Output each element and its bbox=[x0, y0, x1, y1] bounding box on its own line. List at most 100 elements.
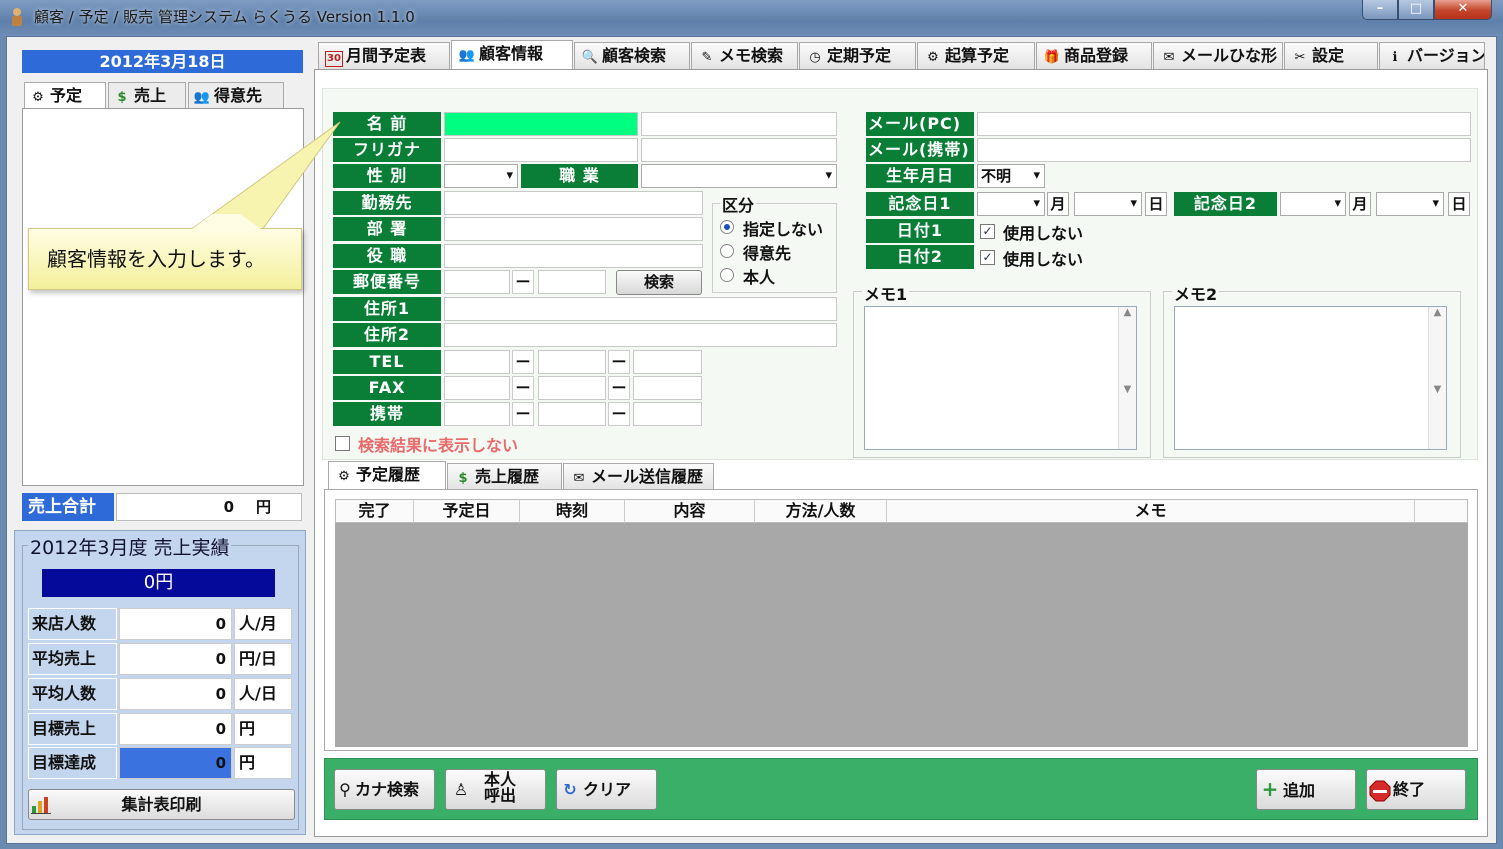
target-achieved-unit: 円 bbox=[234, 747, 292, 779]
tab-product-registration[interactable]: 🎁 商品登録 bbox=[1036, 42, 1152, 69]
memo1-scrollbar[interactable]: ▲ ▼ bbox=[1118, 307, 1136, 449]
workplace-input[interactable] bbox=[444, 191, 703, 215]
call-self-label: 本人 呼出 bbox=[484, 772, 516, 804]
address2-label: 住所2 bbox=[333, 323, 441, 347]
call-self-button[interactable]: ♙ 本人 呼出 bbox=[445, 769, 546, 810]
target-achieved-label: 目標達成 bbox=[28, 747, 117, 779]
call-self-line2: 呼出 bbox=[484, 786, 517, 805]
mobile-input-1[interactable] bbox=[444, 402, 510, 426]
address2-input[interactable] bbox=[444, 323, 837, 347]
visitors-unit: 人/月 bbox=[234, 608, 292, 640]
birthday-select[interactable]: 不明 bbox=[977, 164, 1045, 188]
anniversary1-month-select[interactable] bbox=[977, 192, 1045, 216]
left-tab-sales[interactable]: $ 売上 bbox=[108, 82, 186, 109]
column-header-memo[interactable]: メモ bbox=[887, 499, 1415, 523]
name-label: 名 前 bbox=[333, 112, 441, 136]
memo1-textarea[interactable]: ▲ ▼ bbox=[864, 306, 1137, 450]
tab-label: 起算予定 bbox=[945, 46, 1010, 65]
maximize-button[interactable]: □ bbox=[1398, 0, 1434, 20]
stop-icon bbox=[1367, 770, 1393, 809]
fax-input-2[interactable] bbox=[538, 376, 606, 400]
anniversary1-day-select[interactable] bbox=[1074, 192, 1142, 216]
fax-input-1[interactable] bbox=[444, 376, 510, 400]
department-input[interactable] bbox=[444, 217, 703, 241]
memo2-textarea[interactable]: ▲ ▼ bbox=[1174, 306, 1447, 450]
column-header-done[interactable]: 完了 bbox=[336, 499, 414, 523]
category-radio-self[interactable] bbox=[720, 268, 734, 282]
minimize-button[interactable]: – bbox=[1362, 0, 1398, 20]
date1-unused-checkbox[interactable]: ✓ bbox=[980, 224, 995, 239]
tel-input-2[interactable] bbox=[538, 350, 606, 374]
name-input[interactable] bbox=[444, 112, 638, 136]
anniversary2-day-select[interactable] bbox=[1376, 192, 1444, 216]
tab-sales-history[interactable]: $ 売上履歴 bbox=[447, 463, 562, 490]
tab-monthly-schedule[interactable]: 30 月間予定表 bbox=[318, 42, 450, 69]
email-pc-input[interactable] bbox=[977, 112, 1471, 136]
address1-input[interactable] bbox=[444, 297, 837, 321]
category-radio-customer[interactable] bbox=[720, 244, 734, 258]
target-sales-value: 0 bbox=[119, 713, 232, 745]
left-schedule-list[interactable] bbox=[22, 108, 304, 486]
close-button[interactable]: ✕ bbox=[1434, 0, 1492, 20]
column-header-content[interactable]: 内容 bbox=[625, 499, 755, 523]
tab-label: 顧客情報 bbox=[479, 44, 544, 63]
visitors-value: 0 bbox=[119, 608, 232, 640]
tab-schedule-history[interactable]: ⚙ 予定履歴 bbox=[328, 461, 446, 491]
hide-in-search-checkbox[interactable] bbox=[335, 436, 350, 451]
tab-settings[interactable]: ✂ 設定 bbox=[1284, 42, 1378, 69]
postal-code-input-2[interactable] bbox=[538, 270, 606, 294]
tel-input-3[interactable] bbox=[633, 350, 702, 374]
tel-input-1[interactable] bbox=[444, 350, 510, 374]
mobile-input-3[interactable] bbox=[633, 402, 702, 426]
kana-search-button[interactable]: ⚲ カナ検索 bbox=[334, 769, 435, 810]
date2-unused-checkbox[interactable]: ✓ bbox=[980, 250, 995, 265]
category-title: 区分 bbox=[720, 192, 757, 216]
furigana-input[interactable] bbox=[444, 138, 638, 162]
tab-label: 商品登録 bbox=[1064, 46, 1129, 65]
furigana-input-2[interactable] bbox=[641, 138, 837, 162]
tab-label: バージョン bbox=[1407, 46, 1485, 65]
tab-version[interactable]: ℹ バージョン bbox=[1379, 42, 1485, 69]
memo2-scrollbar[interactable]: ▲ ▼ bbox=[1428, 307, 1446, 449]
anniversary2-day-unit: 日 bbox=[1448, 192, 1470, 216]
anniversary2-month-unit: 月 bbox=[1349, 192, 1371, 216]
category-option-label: 本人 bbox=[743, 268, 776, 287]
fax-input-3[interactable] bbox=[633, 376, 702, 400]
position-input[interactable] bbox=[444, 244, 703, 268]
column-header-date[interactable]: 予定日 bbox=[414, 499, 520, 523]
hide-in-search-label: 検索結果に表示しない bbox=[358, 436, 519, 455]
print-summary-button[interactable]: 集計表印刷 bbox=[28, 789, 295, 820]
tab-label: 定期予定 bbox=[827, 46, 892, 65]
postal-search-button[interactable]: 検索 bbox=[616, 270, 702, 295]
tab-periodic-schedule[interactable]: ◷ 定期予定 bbox=[799, 42, 916, 69]
column-header-method[interactable]: 方法/人数 bbox=[755, 499, 887, 523]
tab-label: メールひな形 bbox=[1181, 46, 1278, 65]
anniversary2-month-select[interactable] bbox=[1280, 192, 1346, 216]
history-grid-body[interactable] bbox=[335, 523, 1468, 747]
tab-customer-info[interactable]: 👥 顧客情報 bbox=[451, 40, 573, 70]
category-radio-none[interactable] bbox=[720, 220, 734, 234]
category-option-label: 指定しない bbox=[743, 220, 824, 239]
sales-total-unit: 円 bbox=[256, 498, 272, 516]
column-header-time[interactable]: 時刻 bbox=[520, 499, 625, 523]
mail-icon: ✉ bbox=[1163, 50, 1175, 65]
tab-memo-search[interactable]: ✎ メモ検索 bbox=[691, 42, 798, 69]
left-tab-customers[interactable]: 👥 得意先 bbox=[188, 82, 284, 109]
exit-button[interactable]: 終了 bbox=[1366, 769, 1466, 810]
postal-code-input-1[interactable] bbox=[444, 270, 510, 294]
email-mobile-input[interactable] bbox=[977, 138, 1471, 162]
date1-label: 日付1 bbox=[866, 219, 974, 243]
clear-button[interactable]: ↻ クリア bbox=[556, 769, 657, 810]
tab-mail-templates[interactable]: ✉ メールひな形 bbox=[1153, 42, 1283, 69]
gender-select[interactable] bbox=[444, 164, 518, 188]
left-tab-schedule[interactable]: ⚙ 予定 bbox=[24, 82, 106, 110]
add-button[interactable]: + 追加 bbox=[1256, 769, 1356, 810]
postal-dash: ー bbox=[512, 270, 534, 294]
fax-dash-2: ー bbox=[608, 376, 630, 400]
tab-mail-history[interactable]: ✉ メール送信履歴 bbox=[563, 463, 714, 490]
occupation-select[interactable] bbox=[641, 164, 837, 188]
mobile-input-2[interactable] bbox=[538, 402, 606, 426]
tab-reckoned-schedule[interactable]: ⚙ 起算予定 bbox=[917, 42, 1035, 69]
tab-customer-search[interactable]: 🔍 顧客検索 bbox=[574, 42, 690, 69]
name-input-2[interactable] bbox=[641, 112, 837, 136]
